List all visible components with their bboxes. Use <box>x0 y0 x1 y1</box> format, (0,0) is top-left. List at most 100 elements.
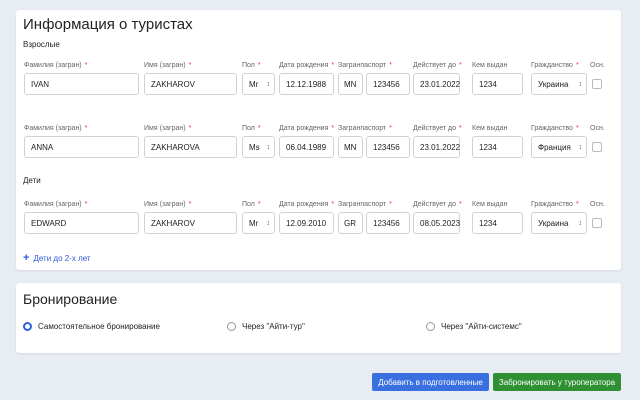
citizenship-select[interactable]: Франция <box>531 136 587 158</box>
field-label: Фамилия (загран) * <box>24 201 87 208</box>
required-mark: * <box>188 125 192 132</box>
label-text: Фамилия (загран) <box>24 201 82 208</box>
surname-input[interactable]: ANNA <box>24 136 139 158</box>
add-infants-link[interactable]: + Дети до 2-х лет <box>23 252 91 264</box>
birth-input[interactable]: 12.12.1988 <box>279 73 334 95</box>
birth-input[interactable]: 12.09.2010 <box>279 212 334 234</box>
field-label: Пол * <box>242 201 261 208</box>
field-label: Имя (загран) * <box>144 201 191 208</box>
label-text: Дата рождения <box>279 201 329 208</box>
field-label: Дата рождения * <box>279 201 334 208</box>
label-text: Дата рождения <box>279 62 329 69</box>
series-input[interactable]: MN <box>338 73 363 95</box>
label-text: Действует до <box>413 201 457 208</box>
required-mark: * <box>84 125 88 132</box>
label-text: Кем выдан <box>472 62 508 69</box>
field-label: Гражданство * <box>531 62 579 69</box>
main-label: Осн. <box>590 201 605 208</box>
name-input[interactable]: ZAKHAROV <box>144 212 237 234</box>
gender-select[interactable]: Mr <box>242 73 275 95</box>
field-label: Пол * <box>242 125 261 132</box>
label-text: Загранпаспорт <box>338 125 387 132</box>
required-mark: * <box>331 201 335 208</box>
radio-icon <box>426 322 435 331</box>
label-text: Пол <box>242 62 255 69</box>
main-checkbox[interactable] <box>592 79 602 89</box>
series-input[interactable]: GR <box>338 212 363 234</box>
main-checkbox[interactable] <box>592 142 602 152</box>
label-text: Пол <box>242 125 255 132</box>
label-text: Дата рождения <box>279 125 329 132</box>
field-label: Пол * <box>242 62 261 69</box>
required-mark: * <box>257 62 261 69</box>
required-mark: * <box>389 62 392 69</box>
valid-input[interactable]: 23.01.2022 <box>413 73 460 95</box>
number-input[interactable]: 123456 <box>366 212 410 234</box>
main-label: Осн. <box>590 125 605 132</box>
radio-aiti-systems[interactable]: Через "Айти-системс" <box>426 322 522 331</box>
field-label: Фамилия (загран) * <box>24 125 87 132</box>
field-label: Действует до * <box>413 62 462 69</box>
label-text: Загранпаспорт <box>338 201 387 208</box>
field-label: Действует до * <box>413 125 462 132</box>
valid-input[interactable]: 08.05.2023 <box>413 212 460 234</box>
birth-input[interactable]: 06.04.1989 <box>279 136 334 158</box>
required-mark: * <box>257 125 261 132</box>
book-button[interactable]: Забронировать у туроператора <box>493 373 621 391</box>
issuer-input[interactable]: 1234 <box>472 212 523 234</box>
required-mark: * <box>389 201 392 208</box>
issuer-input[interactable]: 1234 <box>472 73 523 95</box>
required-mark: * <box>84 201 88 208</box>
label-text: Пол <box>242 201 255 208</box>
required-mark: * <box>331 125 335 132</box>
gender-select[interactable]: Ms <box>242 136 275 158</box>
required-mark: * <box>459 125 462 132</box>
required-mark: * <box>459 62 462 69</box>
label-text: Имя (загран) <box>144 62 186 69</box>
series-input[interactable]: MN <box>338 136 363 158</box>
citizenship-select[interactable]: Украина <box>531 212 587 234</box>
required-mark: * <box>188 201 192 208</box>
number-input[interactable]: 123456 <box>366 136 410 158</box>
surname-input[interactable]: IVAN <box>24 73 139 95</box>
name-input[interactable]: ZAKHAROVA <box>144 136 237 158</box>
name-input[interactable]: ZAKHAROV <box>144 73 237 95</box>
radio-icon <box>23 322 32 331</box>
required-mark: * <box>331 62 335 69</box>
label-text: Загранпаспорт <box>338 62 387 69</box>
label-text: Действует до <box>413 62 457 69</box>
required-mark: * <box>389 125 392 132</box>
surname-input[interactable]: EDWARD <box>24 212 139 234</box>
label-text: Имя (загран) <box>144 201 186 208</box>
booking-title: Бронирование <box>23 291 118 307</box>
field-label: Дата рождения * <box>279 62 334 69</box>
label-text: Гражданство <box>531 62 573 69</box>
field-label: Гражданство * <box>531 125 579 132</box>
required-mark: * <box>459 201 462 208</box>
field-label: Кем выдан <box>472 62 507 69</box>
issuer-input[interactable]: 1234 <box>472 136 523 158</box>
radio-self-booking[interactable]: Самостоятельное бронирование <box>23 322 160 331</box>
valid-input[interactable]: 23.01.2022 <box>413 136 460 158</box>
required-mark: * <box>257 201 261 208</box>
children-label: Дети <box>23 176 41 185</box>
field-label: Загранпаспорт * <box>338 62 392 69</box>
required-mark: * <box>575 201 579 208</box>
plus-icon: + <box>23 252 30 264</box>
add-prepared-button[interactable]: Добавить в подготовленные <box>372 373 489 391</box>
main-checkbox[interactable] <box>592 218 602 228</box>
label-text: Гражданство <box>531 125 573 132</box>
field-label: Дата рождения * <box>279 125 334 132</box>
gender-select[interactable]: Mr <box>242 212 275 234</box>
radio-aiti-tour[interactable]: Через "Айти-тур" <box>227 322 305 331</box>
required-mark: * <box>575 62 579 69</box>
field-label: Кем выдан <box>472 201 507 208</box>
required-mark: * <box>575 125 579 132</box>
label-text: Кем выдан <box>472 201 508 208</box>
required-mark: * <box>188 62 192 69</box>
number-input[interactable]: 123456 <box>366 73 410 95</box>
citizenship-select[interactable]: Украина <box>531 73 587 95</box>
label-text: Фамилия (загран) <box>24 62 82 69</box>
label-text: Фамилия (загран) <box>24 125 82 132</box>
required-mark: * <box>84 62 88 69</box>
